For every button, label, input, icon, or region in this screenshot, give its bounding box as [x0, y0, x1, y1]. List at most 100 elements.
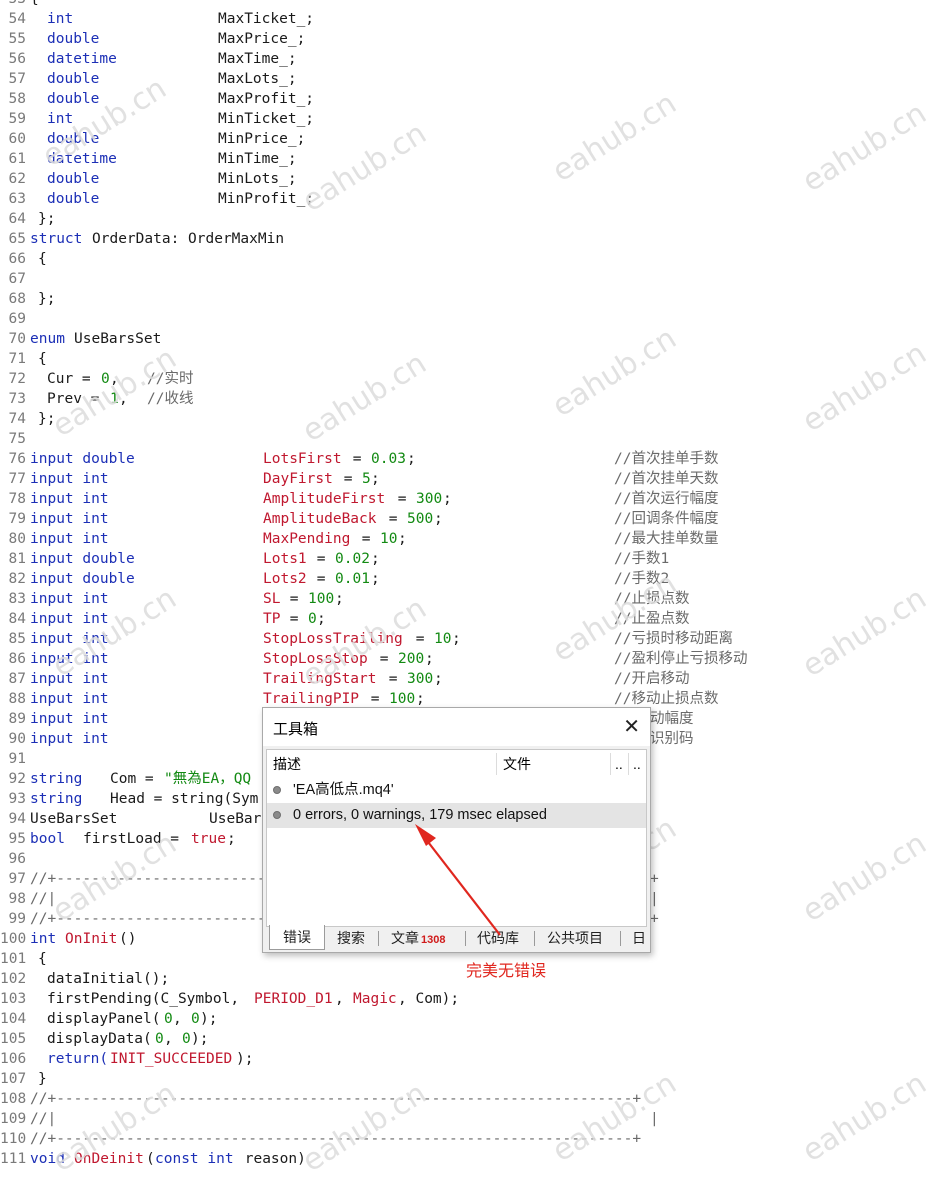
code-token: TP: [263, 611, 281, 627]
line-number: 96: [8, 851, 26, 867]
code-line[interactable]: 65 struct OrderData: OrderMaxMin: [0, 229, 940, 249]
code-line[interactable]: 85 input int StopLossTrailing = 10; //亏损时移动…: [0, 629, 940, 649]
code-line[interactable]: 70 enum UseBarsSet: [0, 329, 940, 349]
code-line[interactable]: 59 int MinTicket_;: [0, 109, 940, 129]
toolbox-titlebar[interactable]: 工具箱 ✕: [263, 708, 650, 746]
code-line[interactable]: 82 input double Lots2 = 0.01; //手数2: [0, 569, 940, 589]
line-number: 64: [8, 211, 26, 227]
code-line[interactable]: 72 Cur = 0, //实时: [0, 369, 940, 389]
code-token: ;: [434, 671, 443, 687]
code-line[interactable]: 104 displayPanel(0, 0);: [0, 1009, 940, 1029]
code-token: //+-------------------------------------…: [30, 1091, 642, 1107]
code-line[interactable]: 68};: [0, 289, 940, 309]
close-icon[interactable]: ✕: [623, 714, 640, 739]
code-line[interactable]: 74};: [0, 409, 940, 429]
tab-search[interactable]: 搜索: [337, 927, 365, 949]
code-line[interactable]: 66 {: [0, 249, 940, 269]
code-token: input int: [30, 671, 109, 687]
tab-projects[interactable]: 公共项目: [547, 927, 603, 949]
code-token: MaxTicket_;: [218, 11, 315, 27]
code-token: ;: [407, 451, 416, 467]
column-header-extra[interactable]: ..: [633, 752, 641, 776]
code-line[interactable]: 57 double MaxLots_;: [0, 69, 940, 89]
line-number: 81: [8, 551, 26, 567]
tab-articles[interactable]: 文章 1308: [391, 927, 445, 949]
tab-journal[interactable]: 日: [632, 927, 646, 949]
code-line[interactable]: 86 input int StopLossStop = 200; //盈利停止亏损移动: [0, 649, 940, 669]
column-header-extra[interactable]: ..: [615, 752, 623, 776]
code-line[interactable]: 76 input double LotsFirst = 0.03; //首次挂单手数: [0, 449, 940, 469]
code-line[interactable]: 58 double MaxProfit_;: [0, 89, 940, 109]
code-line[interactable]: 103 firstPending(C_Symbol, PERIOD_D1, Mag…: [0, 989, 940, 1009]
code-line[interactable]: 71 {: [0, 349, 940, 369]
code-token: OnDeinit: [74, 1151, 144, 1167]
code-token: =: [335, 471, 362, 487]
status-dot-icon: [273, 811, 281, 819]
line-number: 104: [0, 1011, 27, 1027]
code-line[interactable]: 111 void OnDeinit(const int reason): [0, 1149, 940, 1169]
code-line[interactable]: 83 input int SL = 100; //止损点数: [0, 589, 940, 609]
code-line[interactable]: 81 input double Lots1 = 0.02; //手数1: [0, 549, 940, 569]
code-line[interactable]: 78 input int AmplitudeFirst = 300; //首次运行幅度: [0, 489, 940, 509]
code-line[interactable]: 63 double MinProfit_;: [0, 189, 940, 209]
code-token: };: [38, 291, 56, 307]
toolbox-dialog[interactable]: 工具箱 ✕ 描述 文件 .. .. 'EA高低点.mq4' 0 errors, …: [262, 707, 651, 953]
code-line[interactable]: 108//+----------------------------------…: [0, 1089, 940, 1109]
code-line[interactable]: 87 input int TrailingStart = 300; //开启移动: [0, 669, 940, 689]
code-token: //+------------------------: [30, 871, 266, 887]
code-line[interactable]: 75: [0, 429, 940, 449]
code-token: DayFirst: [263, 471, 333, 487]
line-number: 101: [0, 951, 27, 967]
code-line[interactable]: 61 datetime MinTime_;: [0, 149, 940, 169]
code-token: "無為EA，QQ: [164, 771, 252, 787]
code-token: input int: [30, 491, 109, 507]
code-line[interactable]: 105 displayData(0, 0);: [0, 1029, 940, 1049]
code-line[interactable]: 60 double MinPrice_;: [0, 129, 940, 149]
annotation-label: 完美无错误: [466, 961, 547, 980]
column-header-description[interactable]: 描述: [273, 752, 301, 776]
code-token: {: [38, 951, 47, 967]
list-item-selected[interactable]: 0 errors, 0 warnings, 179 msec elapsed: [267, 803, 646, 828]
code-token: void: [30, 1151, 65, 1167]
code-token: (): [119, 931, 137, 947]
code-line[interactable]: 62 double MinLots_;: [0, 169, 940, 189]
code-line[interactable]: 73 Prev = 1, //收线: [0, 389, 940, 409]
code-line[interactable]: 88 input int TrailingPIP = 100; //移动止损点数: [0, 689, 940, 709]
code-token: double: [47, 171, 100, 187]
code-token: MaxPrice_;: [218, 31, 306, 47]
code-token: int: [47, 11, 74, 27]
code-line[interactable]: 79 input int AmplitudeBack = 500; //回调条件幅度: [0, 509, 940, 529]
code-token: 0.01: [335, 571, 370, 587]
tab-codebase[interactable]: 代码库: [477, 927, 519, 949]
code-token: {: [38, 251, 47, 267]
code-line[interactable]: 67: [0, 269, 940, 289]
code-token: datetime: [47, 151, 117, 167]
code-line[interactable]: 55 double MaxPrice_;: [0, 29, 940, 49]
code-line[interactable]: 80 input int MaxPending = 10; //最大挂单数量: [0, 529, 940, 549]
code-line[interactable]: 109//| |: [0, 1109, 940, 1129]
code-line[interactable]: 69: [0, 309, 940, 329]
code-token: =: [371, 651, 398, 667]
code-token: input double: [30, 551, 135, 567]
line-number: 103: [0, 991, 27, 1007]
code-line[interactable]: 84 input int TP = 0; //止盈点数: [0, 609, 940, 629]
list-item[interactable]: 'EA高低点.mq4': [267, 778, 646, 803]
code-token: 300: [407, 671, 434, 687]
code-token: ,: [173, 1011, 191, 1027]
code-token: AmplitudeBack: [263, 511, 377, 527]
code-line[interactable]: 56 datetime MaxTime_;: [0, 49, 940, 69]
code-token: , Com);: [398, 991, 460, 1007]
code-line[interactable]: 64};: [0, 209, 940, 229]
code-token: 0: [164, 1011, 173, 1027]
code-line[interactable]: 106 return(INIT_SUCCEEDED);: [0, 1049, 940, 1069]
tab-errors[interactable]: 错误: [269, 925, 325, 950]
code-line[interactable]: 77 input int DayFirst = 5; //首次挂单天数: [0, 469, 940, 489]
code-line[interactable]: 107}: [0, 1069, 940, 1089]
code-editor[interactable]: 53 {54 int MaxTicket_; 55 double MaxPrice_; 56 d…: [0, 0, 940, 1169]
column-divider: [496, 753, 497, 775]
code-line[interactable]: 110//+----------------------------------…: [0, 1129, 940, 1149]
line-number: 110: [0, 1131, 27, 1147]
column-header-file[interactable]: 文件: [503, 752, 531, 776]
code-line[interactable]: 53 {: [0, 0, 940, 9]
code-line[interactable]: 54 int MaxTicket_;: [0, 9, 940, 29]
